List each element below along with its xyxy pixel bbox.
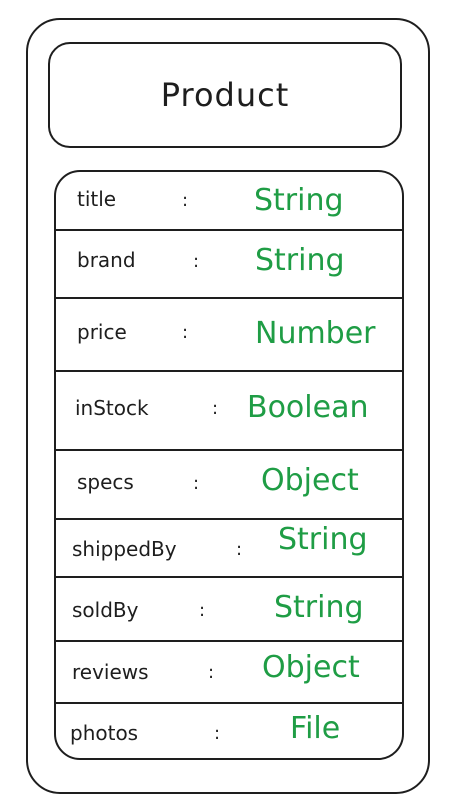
field-separator: : [182,322,189,343]
row-divider [54,640,404,642]
field-type: String [255,243,345,278]
field-name: title [77,187,117,211]
field-name: reviews [72,660,149,684]
field-name: shippedBy [72,537,177,561]
row-divider [54,449,404,451]
field-name: photos [70,721,139,745]
field-type: String [278,522,368,557]
row-divider [54,702,404,704]
field-type: Object [261,463,359,498]
row-divider [54,370,404,372]
field-separator: : [212,398,219,419]
row-divider [54,518,404,520]
field-separator: : [236,539,243,560]
field-type: Object [262,650,360,685]
field-separator: : [208,662,215,683]
field-type: Number [255,316,376,351]
field-separator: : [193,473,200,494]
field-type: Boolean [247,390,369,425]
field-type: File [290,711,341,746]
field-name: specs [77,470,134,494]
row-divider [54,576,404,578]
row-divider [54,297,404,299]
field-name: price [77,320,127,344]
field-type: String [254,183,344,218]
field-type: String [274,590,364,625]
field-name: brand [77,248,136,272]
field-separator: : [214,723,221,744]
field-name: inStock [75,396,149,420]
field-name: soldBy [72,598,139,622]
entity-title: Product [160,76,290,114]
entity-title-box: Product [48,42,402,148]
field-separator: : [199,600,206,621]
field-separator: : [182,190,189,211]
field-separator: : [193,251,200,272]
row-divider [54,229,404,231]
